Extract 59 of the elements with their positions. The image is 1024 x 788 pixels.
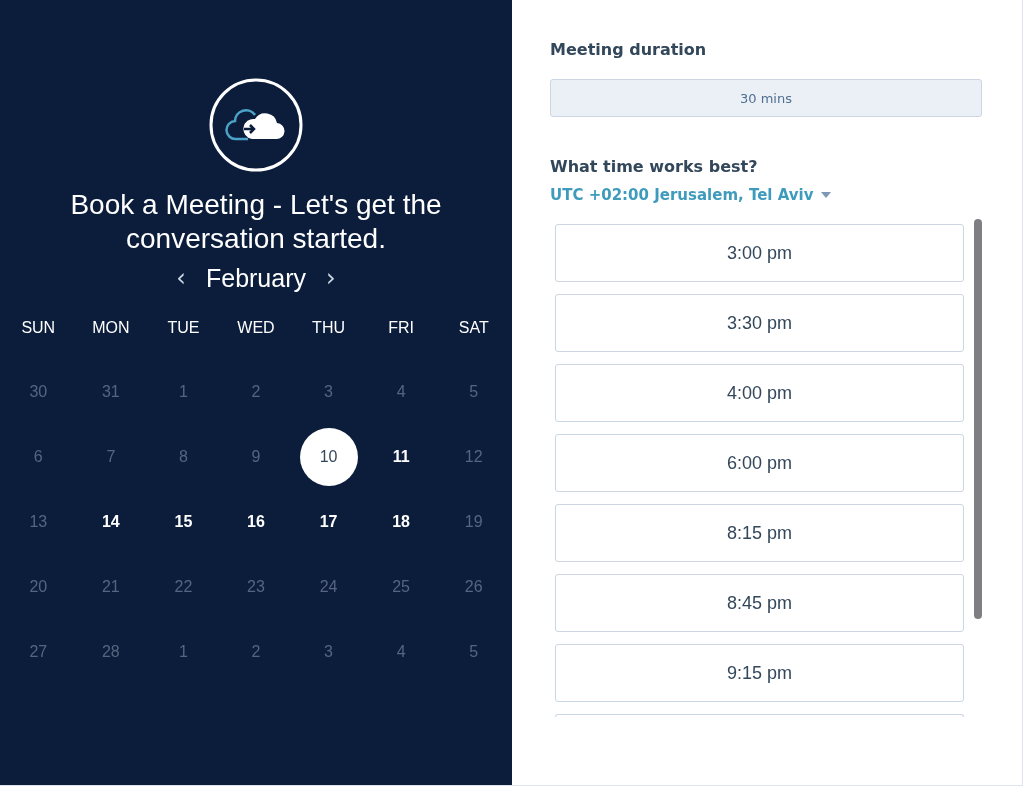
next-month-button[interactable]: › xyxy=(326,263,336,293)
calendar-day[interactable]: 16 xyxy=(227,492,285,551)
time-slot-button[interactable]: 4:00 pm xyxy=(555,364,964,422)
unavailable-day: 27 xyxy=(9,622,68,681)
unavailable-day: 6 xyxy=(9,427,68,486)
time-slot-button[interactable]: 6:00 pm xyxy=(555,434,964,492)
calendar-day[interactable]: 17 xyxy=(299,492,358,551)
time-slot-button[interactable]: 8:45 pm xyxy=(555,574,964,632)
unavailable-day: 25 xyxy=(372,557,431,616)
weekday-header: THU xyxy=(312,319,345,338)
unavailable-day: 31 xyxy=(81,362,140,421)
weekday-header: FRI xyxy=(388,319,414,338)
unavailable-day: 4 xyxy=(372,622,431,681)
unavailable-day: 4 xyxy=(372,362,431,421)
unavailable-day: 22 xyxy=(154,557,213,616)
duration-field[interactable]: 30 mins xyxy=(550,79,982,117)
selected-date[interactable]: 10 xyxy=(299,427,358,486)
weekday-header: SAT xyxy=(458,319,489,338)
unavailable-day: 26 xyxy=(444,557,503,616)
calendar-day[interactable]: 14 xyxy=(81,492,140,551)
unavailable-day: 9 xyxy=(227,427,285,486)
unavailable-day: 20 xyxy=(9,557,68,616)
unavailable-day: 5 xyxy=(444,362,503,421)
weekday-header: SUN xyxy=(21,319,56,338)
calendar-day[interactable]: 11 xyxy=(372,427,431,486)
time-slot-button[interactable]: 9:15 pm xyxy=(555,644,964,702)
unavailable-day: 5 xyxy=(444,622,503,681)
unavailable-day: 3 xyxy=(299,622,358,681)
unavailable-day: 24 xyxy=(299,557,358,616)
unavailable-day: 19 xyxy=(444,492,503,551)
previous-month-button[interactable]: ‹ xyxy=(176,263,186,293)
unavailable-day: 1 xyxy=(154,622,213,681)
time-slot-button[interactable]: 3:30 pm xyxy=(555,294,964,352)
weekday-header: MON xyxy=(92,319,130,338)
calendar-day[interactable]: 18 xyxy=(372,492,431,551)
cloud-logo-icon xyxy=(208,77,304,173)
unavailable-day: 30 xyxy=(9,362,68,421)
month-label: February xyxy=(205,263,306,294)
unavailable-day: 12 xyxy=(444,427,503,486)
unavailable-day: 2 xyxy=(227,362,285,421)
booking-title: Book a Meeting - Let's get the conversation started. xyxy=(69,188,443,256)
unavailable-day: 1 xyxy=(154,362,213,421)
unavailable-day: 7 xyxy=(81,427,140,486)
unavailable-day: 28 xyxy=(81,622,140,681)
unavailable-day: 23 xyxy=(227,557,285,616)
unavailable-day: 2 xyxy=(227,622,285,681)
time-question-label: What time works best? xyxy=(550,157,759,176)
scrollbar-thumb[interactable] xyxy=(974,219,982,619)
duration-label: Meeting duration xyxy=(550,40,708,59)
unavailable-day: 3 xyxy=(299,362,358,421)
caret-icon xyxy=(821,192,832,198)
time-slot-button[interactable]: 8:15 pm xyxy=(555,504,964,562)
unavailable-day: 21 xyxy=(81,557,140,616)
weekday-header: WED xyxy=(237,319,275,338)
time-slot-button[interactable]: 3:00 pm xyxy=(555,224,964,282)
calendar-day[interactable]: 15 xyxy=(154,492,213,551)
unavailable-day: 8 xyxy=(154,427,213,486)
unavailable-day: 13 xyxy=(9,492,68,551)
weekday-header: TUE xyxy=(167,319,200,338)
